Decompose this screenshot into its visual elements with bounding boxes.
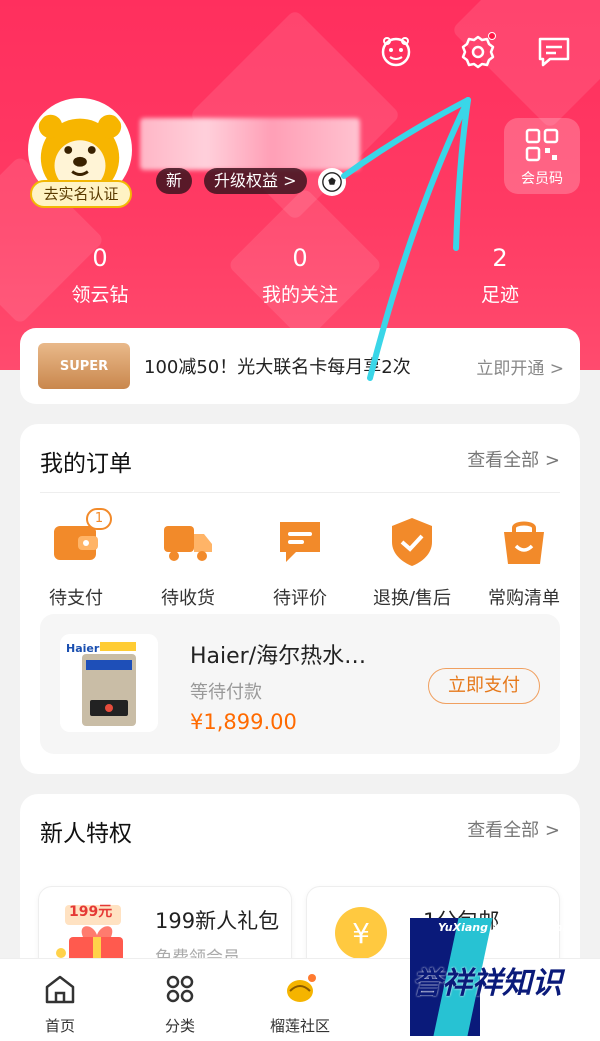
tab-home[interactable]: 首页 (20, 971, 100, 1036)
shield-icon (384, 514, 440, 570)
user-settings-icon[interactable] (372, 28, 420, 76)
tab-label: 榴莲社区 (269, 1017, 330, 1035)
perks-title: 新人特权 (40, 821, 132, 847)
stat-following[interactable]: 0 我的关注 (230, 244, 370, 307)
tab-category[interactable]: 分类 (140, 971, 220, 1036)
upgrade-benefits-tag[interactable]: 升级权益 > (204, 168, 307, 194)
watermark-small-text: YuXiang XiangZhiShi (438, 921, 567, 934)
order-frequent-list[interactable]: 常购清单 (474, 514, 574, 610)
pay-now-button[interactable]: 立即支付 (428, 668, 540, 704)
order-count-badge: 1 (86, 508, 112, 530)
order-label: 待评价 (273, 588, 327, 609)
medal-icon (318, 168, 346, 196)
wallet-icon: 1 (48, 508, 112, 570)
realname-auth-button[interactable]: 去实名认证 (30, 180, 132, 208)
tab-durian-community[interactable]: 榴莲社区 (260, 971, 340, 1036)
stat-footprint[interactable]: 2 足迹 (430, 244, 570, 307)
profile-header: 去实名认证 新 升级权益 > 会员码 0 领云钻 0 我的关注 2 足迹 (0, 0, 600, 370)
order-pending-payment[interactable]: 1 待支付 (26, 508, 126, 610)
username-blurred (140, 118, 360, 170)
orders-title: 我的订单 (40, 451, 132, 477)
comment-icon (272, 514, 328, 570)
truck-icon (160, 514, 216, 570)
watermark-logo: YuXiang XiangZhiShi 誉祥祥知识 (410, 918, 592, 1036)
stat-cloud-diamond[interactable]: 0 领云钻 (30, 244, 170, 307)
order-pending-review[interactable]: 待评价 (250, 514, 350, 610)
perk-badge: 199元 (69, 904, 113, 920)
home-icon (45, 975, 75, 1004)
order-returns[interactable]: 退换/售后 (362, 514, 462, 610)
super-badge-label: SUPER (59, 358, 109, 374)
stat-label: 我的关注 (261, 284, 338, 306)
orders-view-all-link[interactable]: 查看全部 > (467, 446, 560, 472)
stat-value: 0 (92, 244, 108, 272)
order-status: 等待付款 (190, 682, 262, 703)
super-promo-text: 100减50！光大联名卡每月享2次 (144, 357, 411, 378)
category-icon (166, 975, 194, 1003)
order-label: 常购清单 (488, 588, 560, 609)
product-brand: Haier (66, 642, 100, 655)
stat-value: 0 (292, 244, 308, 272)
order-label: 待支付 (49, 588, 103, 609)
new-user-tag: 新 (156, 168, 193, 194)
product-name: Haier/海尔热水… (190, 644, 367, 669)
product-image: Haier (60, 634, 158, 732)
my-orders-card: 我的订单 查看全部 > 1 待支付 待收货 待评价 退换/售后 常购清单 Hai… (20, 424, 580, 774)
svg-text:¥: ¥ (352, 917, 370, 950)
member-code-button[interactable]: 会员码 (504, 118, 580, 194)
qr-code-icon (525, 128, 559, 162)
super-badge: SUPER (38, 343, 130, 389)
member-code-label: 会员码 (521, 171, 563, 187)
tab-label: 首页 (44, 1017, 75, 1035)
shopping-bag-icon (496, 514, 552, 570)
perks-view-all-link[interactable]: 查看全部 > (467, 816, 560, 842)
super-activate-link[interactable]: 立即开通 > (476, 354, 564, 379)
watermark-big-text: 誉祥祥知识 (412, 966, 562, 1001)
pending-order-item[interactable]: Haier Haier/海尔热水… 等待付款 ¥1,899.00 立即支付 (40, 614, 560, 754)
order-pending-receipt[interactable]: 待收货 (138, 514, 238, 610)
super-membership-banner[interactable]: SUPER 100减50！光大联名卡每月享2次 立即开通 > (20, 328, 580, 404)
divider (40, 492, 560, 493)
stat-value: 2 (492, 244, 508, 272)
gear-icon[interactable] (454, 28, 502, 76)
order-label: 待收货 (161, 588, 215, 609)
tab-label: 分类 (164, 1017, 195, 1035)
order-label: 退换/售后 (372, 588, 452, 609)
durian-icon (287, 974, 316, 1002)
stat-label: 足迹 (480, 284, 519, 306)
product-price: ¥1,899.00 (190, 710, 297, 734)
perk-title: 199新人礼包 (155, 909, 280, 933)
message-icon[interactable] (530, 28, 578, 76)
stat-label: 领云钻 (71, 284, 129, 306)
notification-dot (488, 32, 496, 40)
